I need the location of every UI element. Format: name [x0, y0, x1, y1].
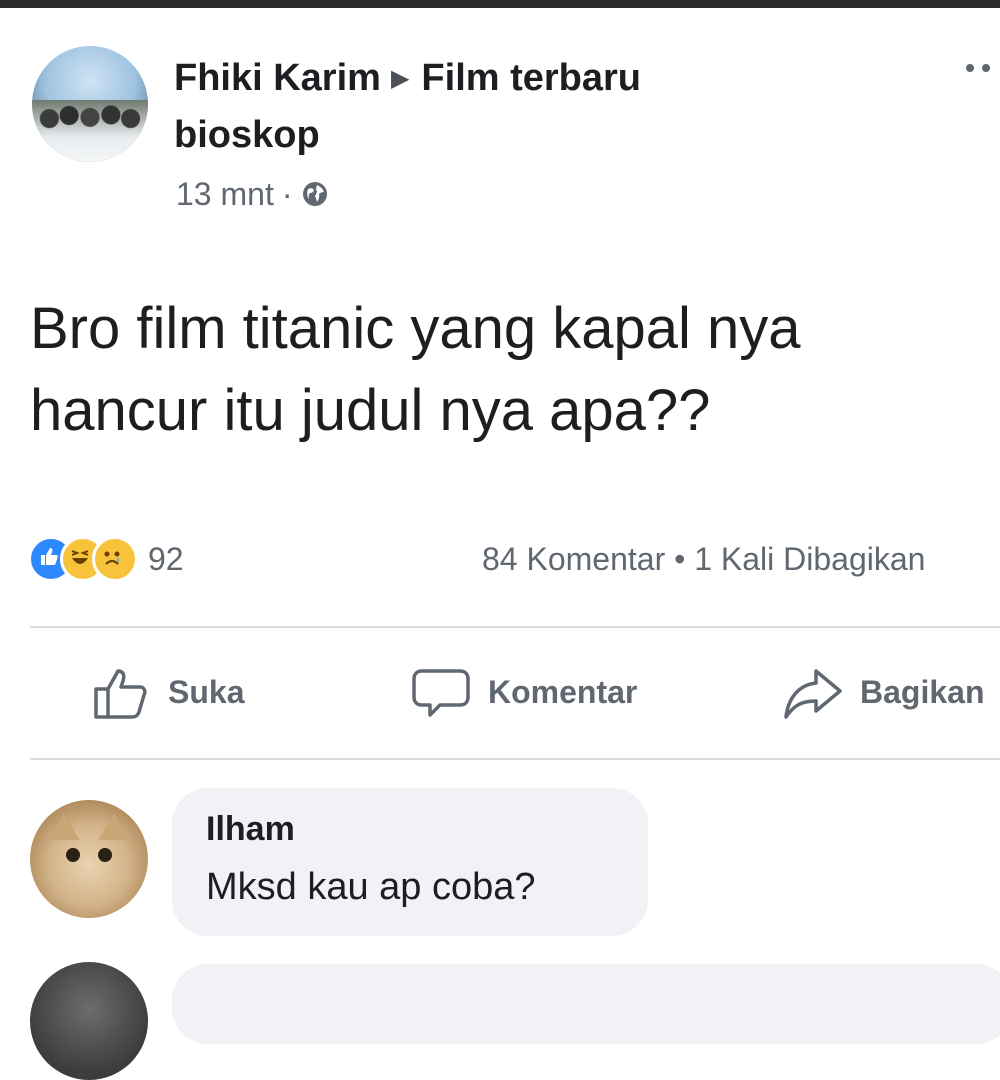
divider [30, 626, 1000, 628]
thumbs-up-icon [94, 669, 147, 719]
post-text-line2: hancur itu judul nya apa?? [30, 378, 711, 443]
share-label: Bagikan [860, 673, 985, 710]
share-arrow-icon [784, 669, 842, 719]
post-header: Fhiki Karim ▶ Film terbaru bioskop [174, 50, 794, 163]
comment-text: Mksd kau ap coba? [206, 866, 536, 908]
triangle-right-icon: ▶ [390, 65, 410, 92]
like-label: Suka [168, 673, 245, 710]
author-avatar[interactable] [32, 46, 148, 162]
divider [30, 758, 1000, 760]
commenter-name[interactable]: Ilham [206, 810, 295, 849]
author-name[interactable]: Fhiki Karim [174, 57, 381, 99]
meta-separator: · [281, 176, 293, 212]
comment-button[interactable]: Komentar [410, 662, 637, 722]
commenter-avatar[interactable] [30, 800, 148, 918]
cat-eye [66, 848, 80, 862]
globe-icon [303, 182, 328, 206]
comment-label: Komentar [488, 673, 638, 710]
group-name-line1: Film terbaru [421, 57, 642, 99]
share-button[interactable]: Bagikan [782, 662, 984, 722]
cat-ear [48, 814, 80, 840]
next-comment-bubble[interactable] [172, 964, 1000, 1044]
sad-reaction-icon [92, 536, 138, 582]
post-text-line1: Bro film titanic yang kapal nya [30, 296, 801, 361]
reactions-summary[interactable]: 92 [28, 536, 184, 582]
like-button[interactable]: Suka [90, 662, 244, 722]
comment-bubble[interactable]: Ilham Mksd kau ap coba? [172, 788, 648, 936]
post-stats[interactable]: 84 Komentar • 1 Kali Dibagikan [482, 536, 925, 582]
reaction-count: 92 [148, 540, 184, 577]
cat-eye [98, 848, 112, 862]
more-options-icon[interactable] [962, 58, 1000, 78]
next-commenter-avatar[interactable] [30, 962, 148, 1080]
post-text: Bro film titanic yang kapal nya hancur i… [30, 288, 980, 452]
avatar-photo [32, 100, 148, 162]
group-name-line2: bioskop [174, 114, 320, 156]
top-border [0, 0, 1000, 8]
post-time[interactable]: 13 mnt [176, 172, 274, 216]
post-meta: 13 mnt · [176, 172, 330, 216]
cat-ear [98, 814, 130, 840]
speech-bubble-icon [412, 669, 470, 717]
